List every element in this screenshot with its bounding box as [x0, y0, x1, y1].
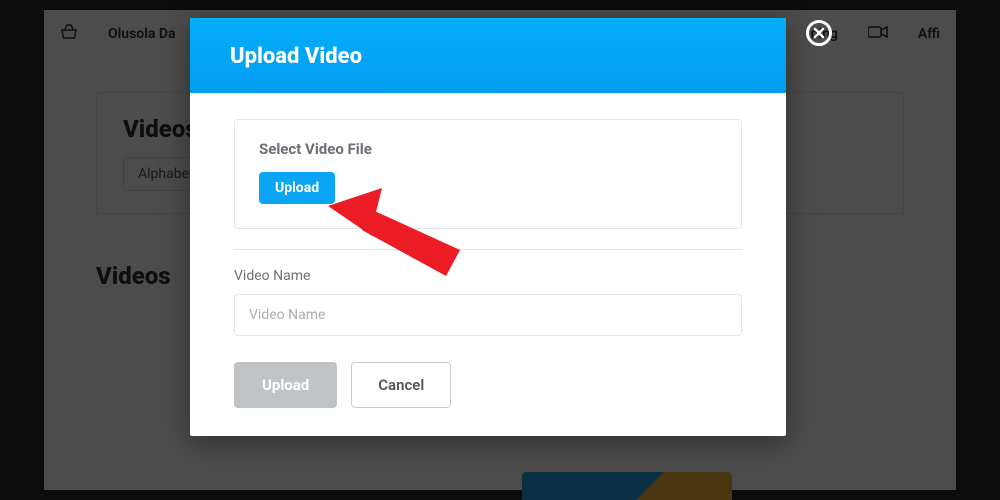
modal-actions: Upload Cancel: [234, 362, 742, 408]
file-upload-button[interactable]: Upload: [259, 172, 335, 204]
upload-submit-button[interactable]: Upload: [234, 362, 337, 408]
file-select-label: Select Video File: [259, 140, 717, 158]
modal-title: Upload Video: [230, 44, 746, 69]
close-modal-button[interactable]: [806, 20, 832, 46]
cancel-button[interactable]: Cancel: [351, 362, 451, 408]
modal-body: Select Video File Upload Video Name Uplo…: [190, 93, 786, 436]
video-name-label: Video Name: [234, 268, 742, 284]
video-name-input[interactable]: [234, 294, 742, 336]
close-icon: [813, 27, 825, 39]
divider: [234, 249, 742, 250]
file-select-box: Select Video File Upload: [234, 119, 742, 229]
upload-video-modal: Upload Video Select Video File Upload Vi…: [190, 18, 786, 436]
modal-header: Upload Video: [190, 18, 786, 93]
